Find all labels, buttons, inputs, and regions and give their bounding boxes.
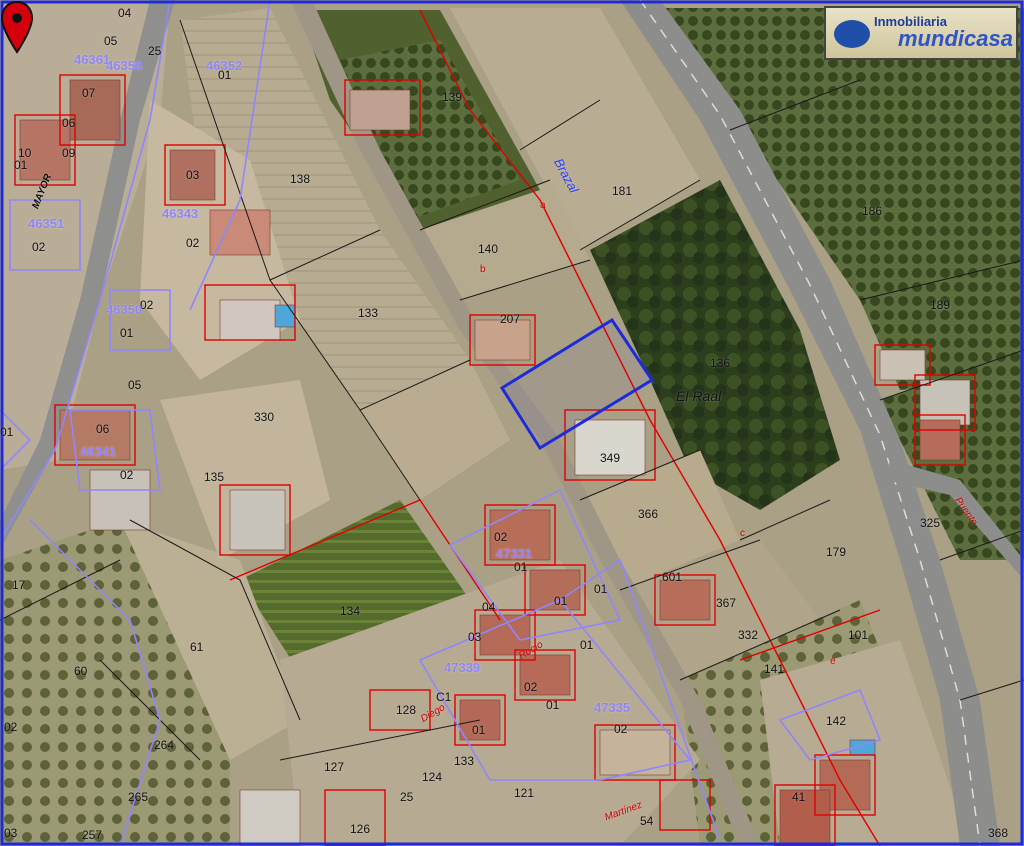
house-icon: [834, 20, 870, 48]
brand-logo: Inmobiliaria mundicasa: [824, 6, 1018, 60]
brand-main-text: mundicasa: [898, 26, 1013, 51]
map-pin-icon[interactable]: [0, 0, 34, 60]
map-view[interactable]: 04 05 25 46352 01 46361 07 06 09 10 01 46351 02 03 463…: [0, 0, 1024, 846]
aerial-map: [0, 0, 1024, 846]
